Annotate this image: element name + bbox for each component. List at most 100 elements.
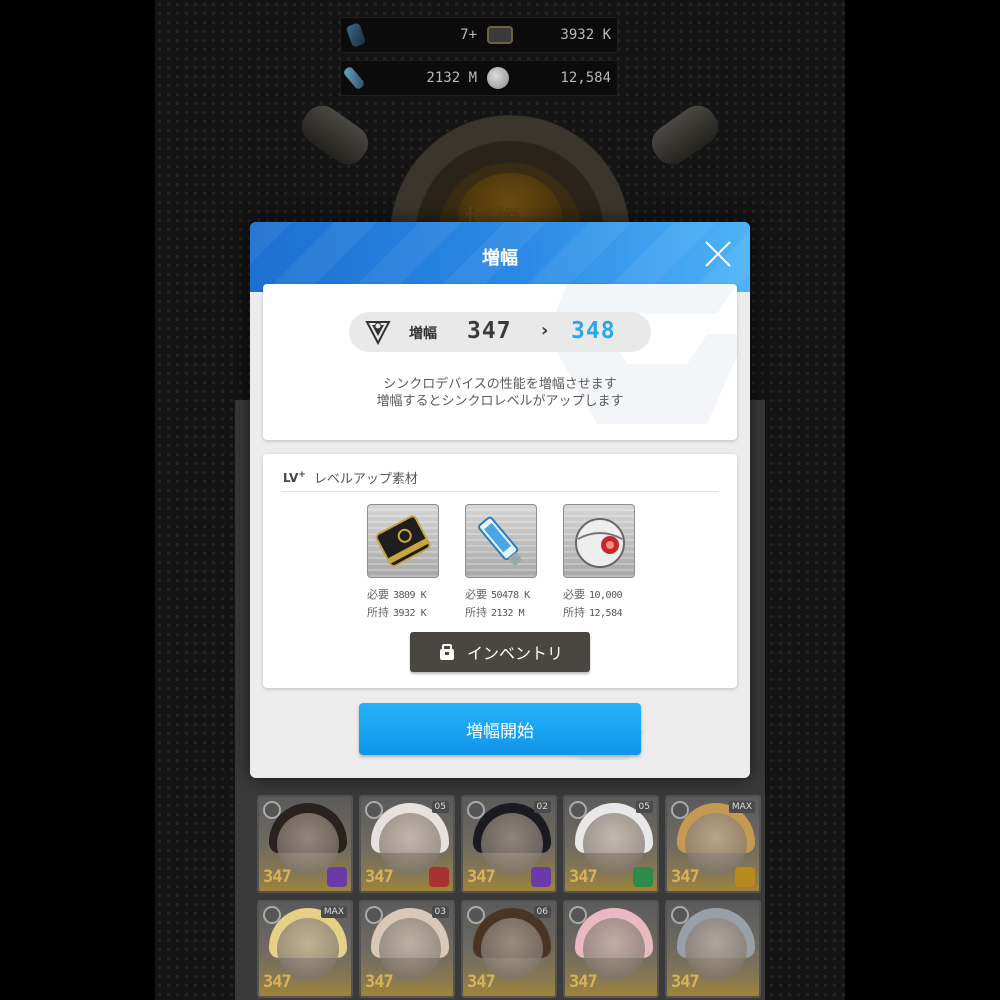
character-card[interactable]: 05 347	[563, 795, 659, 893]
materials-header: LV+ レベルアップ素材	[283, 468, 418, 487]
required-label: 必要	[563, 588, 585, 601]
character-tag: 06	[533, 906, 551, 918]
description-line-1: シンクロデバイスの性能を増幅させます	[383, 377, 617, 392]
character-card[interactable]: 05 347	[359, 795, 455, 893]
character-face	[583, 813, 645, 875]
material-slot[interactable]	[465, 504, 537, 578]
current-level: 347	[467, 318, 512, 344]
dialog-header: 増幅	[250, 222, 750, 292]
character-face	[685, 813, 747, 875]
material-item[interactable]: 必要 50478 K 所持 2132 M	[465, 504, 541, 622]
chip-icon	[345, 22, 367, 48]
character-tag: MAX	[320, 906, 347, 918]
character-tag: 03	[431, 906, 449, 918]
character-card[interactable]: 347	[665, 900, 761, 998]
material-item[interactable]: 必要 10,000 所持 12,584	[563, 504, 639, 622]
amplify-level-pill: 増幅 347 › 348	[349, 312, 651, 352]
element-icon	[531, 867, 551, 887]
character-tag: 05	[635, 801, 653, 813]
rank-icon	[467, 906, 485, 924]
sg-watermark-icon	[547, 284, 737, 424]
character-level: 347	[365, 867, 394, 887]
material-requirement: 必要 10,000 所持 12,584	[563, 586, 639, 622]
character-level: 347	[569, 867, 598, 887]
character-level: 347	[467, 867, 496, 887]
character-tag: MAX	[728, 801, 755, 813]
roster-row-2: MAX 347 03 347 06 347 347 347	[257, 900, 761, 998]
rank-icon	[569, 906, 587, 924]
element-icon	[429, 867, 449, 887]
owned-label: 所持	[563, 606, 585, 619]
amplify-info-panel: 増幅 347 › 348 シンクロデバイスの性能を増幅させます 増幅するとシンク…	[263, 284, 737, 440]
owned-amount: 12,584	[589, 608, 623, 619]
character-face	[481, 813, 543, 875]
element-icon	[327, 867, 347, 887]
resource-orb: 12,584	[487, 61, 611, 95]
element-icon	[633, 867, 653, 887]
character-level: 347	[671, 972, 700, 992]
lv-up-icon: LV+	[283, 470, 306, 485]
required-label: 必要	[465, 588, 487, 601]
arrow-right-icon: ›	[541, 320, 549, 341]
required-amount: 50478 K	[491, 590, 530, 601]
rank-icon	[263, 906, 281, 924]
lv-badge-text: LV	[283, 471, 299, 485]
material-item[interactable]: 必要 3809 K 所持 3932 K	[367, 504, 443, 622]
roster-row-1: 347 05 347 02 347 05 347 MAX 347	[257, 795, 761, 893]
usb-drive-icon	[478, 516, 523, 567]
inventory-label: インベントリ	[466, 644, 563, 663]
material-requirement: 必要 50478 K 所持 2132 M	[465, 586, 541, 622]
character-level: 347	[263, 972, 292, 992]
character-card[interactable]: 06 347	[461, 900, 557, 998]
character-face	[379, 813, 441, 875]
robot-eye-orb-icon	[575, 518, 625, 568]
amplify-description: シンクロデバイスの性能を増幅させます 増幅するとシンクロレベルがアップします	[263, 376, 737, 410]
character-level: 347	[569, 972, 598, 992]
resource-card-value: 3932 K	[560, 27, 611, 43]
character-card[interactable]: 03 347	[359, 900, 455, 998]
amplify-dialog: 増幅 増幅 347 › 348 シンクロデバイスの性能を増幅させます 増幅すると…	[250, 222, 750, 778]
next-level: 348	[571, 318, 616, 344]
character-face	[685, 918, 747, 980]
character-level: 347	[263, 867, 292, 887]
sg-emblem-icon	[365, 321, 391, 345]
character-card[interactable]: MAX 347	[257, 900, 353, 998]
character-card[interactable]: 347	[257, 795, 353, 893]
material-slot[interactable]	[563, 504, 635, 578]
resource-card: 3932 K	[487, 18, 611, 52]
character-card[interactable]: 347	[563, 900, 659, 998]
character-face	[277, 813, 339, 875]
robot-eye-orb-icon	[487, 67, 509, 89]
resource-orb-value: 12,584	[560, 70, 611, 86]
inventory-button[interactable]: インベントリ	[410, 632, 590, 672]
character-level: 347	[467, 972, 496, 992]
character-face	[379, 918, 441, 980]
start-amplify-button[interactable]: 増幅開始	[359, 703, 641, 755]
character-level: 347	[365, 972, 394, 992]
character-face	[277, 918, 339, 980]
card-icon	[487, 26, 513, 44]
close-button[interactable]	[704, 240, 732, 268]
character-card[interactable]: MAX 347	[665, 795, 761, 893]
resource-bar-2: 2132 M 12,584	[340, 60, 618, 96]
character-tag: 05	[431, 801, 449, 813]
owned-amount: 3932 K	[393, 608, 427, 619]
rank-icon	[365, 906, 383, 924]
owned-label: 所持	[465, 606, 487, 619]
rank-icon	[365, 801, 383, 819]
black-card-icon	[375, 515, 431, 568]
character-card[interactable]: 02 347	[461, 795, 557, 893]
resource-bar-1: 7+ 3932 K	[340, 17, 618, 53]
materials-title: レベルアップ素材	[313, 472, 418, 487]
material-slot[interactable]	[367, 504, 439, 578]
rank-icon	[467, 801, 485, 819]
resource-chip: 7+	[345, 18, 477, 52]
character-face	[583, 918, 645, 980]
character-level: 347	[671, 867, 700, 887]
rank-icon	[569, 801, 587, 819]
resource-chip-value: 7+	[460, 27, 477, 43]
character-face	[481, 918, 543, 980]
materials-panel: LV+ レベルアップ素材 必要 3809 K 所持 3932 K 必要 5047…	[263, 454, 737, 688]
required-label: 必要	[367, 588, 389, 601]
resource-usb: 2132 M	[342, 61, 477, 95]
